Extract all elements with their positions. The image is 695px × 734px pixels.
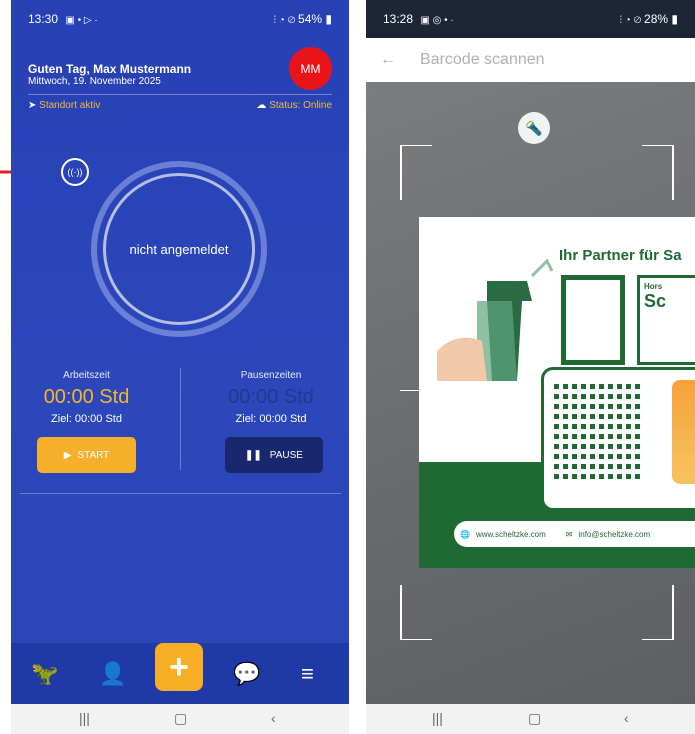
back-arrow-icon[interactable]: ← [380, 51, 396, 69]
website-text: www.scheltzke.com [475, 529, 546, 539]
qr-frame [541, 367, 695, 511]
pause-time: 00:00 Std [228, 386, 314, 408]
scan-frame-line [400, 145, 402, 200]
column-divider [180, 368, 181, 470]
contact-bar: 🌐 www.scheltzke.com ✉ info@scheltzke.com [454, 521, 695, 547]
avatar[interactable]: MM [289, 47, 332, 90]
battery-icon-right: ▮ [668, 12, 678, 26]
scanner-title: Barcode scannen [420, 51, 545, 68]
orange-panel [672, 380, 695, 484]
qr-code [554, 380, 644, 484]
location-status: ➤ Standort aktiv [28, 100, 100, 111]
work-time: 00:00 Std [43, 386, 130, 408]
android-nav-bar-right: ||| ▢ ‹ [366, 704, 695, 734]
recent-apps-icon[interactable]: ||| [79, 710, 90, 726]
cloud-icon: ☁ [256, 100, 267, 111]
scan-frame-line [400, 585, 402, 640]
app-screen-left: 13:30 ▣ • ▷ · ⫶ ◔ ⊘ 54% ▮ Guten Tag, Max… [11, 0, 349, 734]
scan-frame-line [642, 145, 672, 146]
back-icon[interactable]: ‹ [624, 710, 629, 726]
company-name-small: Hors [644, 282, 663, 291]
status-bar: 13:30 ▣ • ▷ · ⫶ ◔ ⊘ 54% ▮ [11, 0, 349, 38]
pause-label-btn: PAUSE [269, 449, 303, 461]
location-icon: ➤ [28, 100, 37, 111]
email-text: info@scheltzke.com [578, 529, 651, 539]
online-status: ☁ Status: Online [256, 100, 332, 111]
scan-frame-line [672, 145, 674, 200]
scan-frame-corner-tl [400, 145, 432, 175]
date-text: Mittwoch, 19. November 2025 [28, 76, 161, 87]
business-card: Ihr Partner für Sa Hors Sc 🌐 www.scheltz… [419, 217, 695, 568]
play-icon: ▶ [63, 449, 72, 461]
menu-icon[interactable]: ≡ [301, 661, 314, 687]
company-logo [561, 275, 625, 365]
pause-button[interactable]: ❚❚ PAUSE [225, 437, 323, 473]
login-status-text[interactable]: nicht angemeldet [103, 173, 255, 325]
location-text: Standort aktiv [39, 100, 101, 111]
status-bar-right: 13:28 ▣ ◎ • · ⫶ ◔ ⊘ 28% ▮ [366, 0, 695, 38]
start-label: START [77, 449, 110, 461]
pause-label: Pausenzeiten [240, 370, 302, 381]
content-divider [20, 493, 341, 494]
battery-text: 54% [298, 12, 323, 26]
status-icons: ▣ • ▷ · [65, 15, 98, 26]
spray-bottle-illustration [437, 258, 554, 381]
card-slogan: Ihr Partner für Sa [559, 247, 682, 264]
home-icon[interactable]: ▢ [174, 710, 187, 727]
pause-icon: ❚❚ [245, 449, 262, 461]
company-name-big: Sc [644, 291, 667, 311]
scanner-header: ← Barcode scannen [366, 38, 695, 82]
chat-icon[interactable]: 💬 [233, 661, 260, 687]
scan-frame-line [402, 145, 432, 146]
signal-icon: ⫶ ◔ ⊘ [273, 15, 299, 26]
greeting-text: Guten Tag, Max Mustermann [28, 62, 192, 76]
status-time: 13:30 [28, 12, 59, 26]
nfc-icon[interactable]: ((·)) [61, 158, 89, 186]
company-name-box: Hors Sc [637, 275, 695, 365]
scan-frame-line [672, 585, 674, 640]
pause-goal: Ziel: 00:00 Std [235, 413, 307, 425]
nfc-icon-glyph: ((·)) [67, 167, 83, 177]
scan-frame-line [400, 390, 420, 391]
start-button[interactable]: ▶ START [37, 437, 136, 473]
greeting-block: Guten Tag, Max Mustermann Mittwoch, 19. … [28, 62, 191, 87]
battery-icon: ▮ [322, 12, 332, 26]
home-icon[interactable]: ▢ [528, 710, 541, 727]
status-time-right: 13:28 [383, 12, 414, 26]
globe-icon: 🌐 [460, 529, 470, 539]
recent-apps-icon[interactable]: ||| [432, 710, 443, 726]
signal-icon-right: ⫶ ◔ ⊘ [619, 15, 645, 26]
user-clock-icon[interactable]: 👤 [99, 661, 126, 687]
status-icons-right: ▣ ◎ • · [420, 15, 454, 26]
online-text: Status: Online [269, 100, 332, 111]
plus-icon[interactable]: + [155, 643, 203, 691]
scan-frame-line [642, 639, 672, 640]
back-icon[interactable]: ‹ [271, 710, 276, 726]
android-nav-bar: ||| ▢ ‹ [11, 704, 349, 734]
header-divider [28, 94, 332, 95]
work-goal: Ziel: 00:00 Std [51, 413, 122, 425]
work-label: Arbeitszeit [63, 370, 110, 381]
flashlight-icon[interactable]: 🔦 [518, 112, 550, 144]
dino-icon[interactable]: 🦖 [31, 661, 58, 687]
mail-icon: ✉ [565, 529, 573, 539]
battery-text-right: 28% [644, 12, 669, 26]
scan-frame-line [402, 639, 432, 640]
